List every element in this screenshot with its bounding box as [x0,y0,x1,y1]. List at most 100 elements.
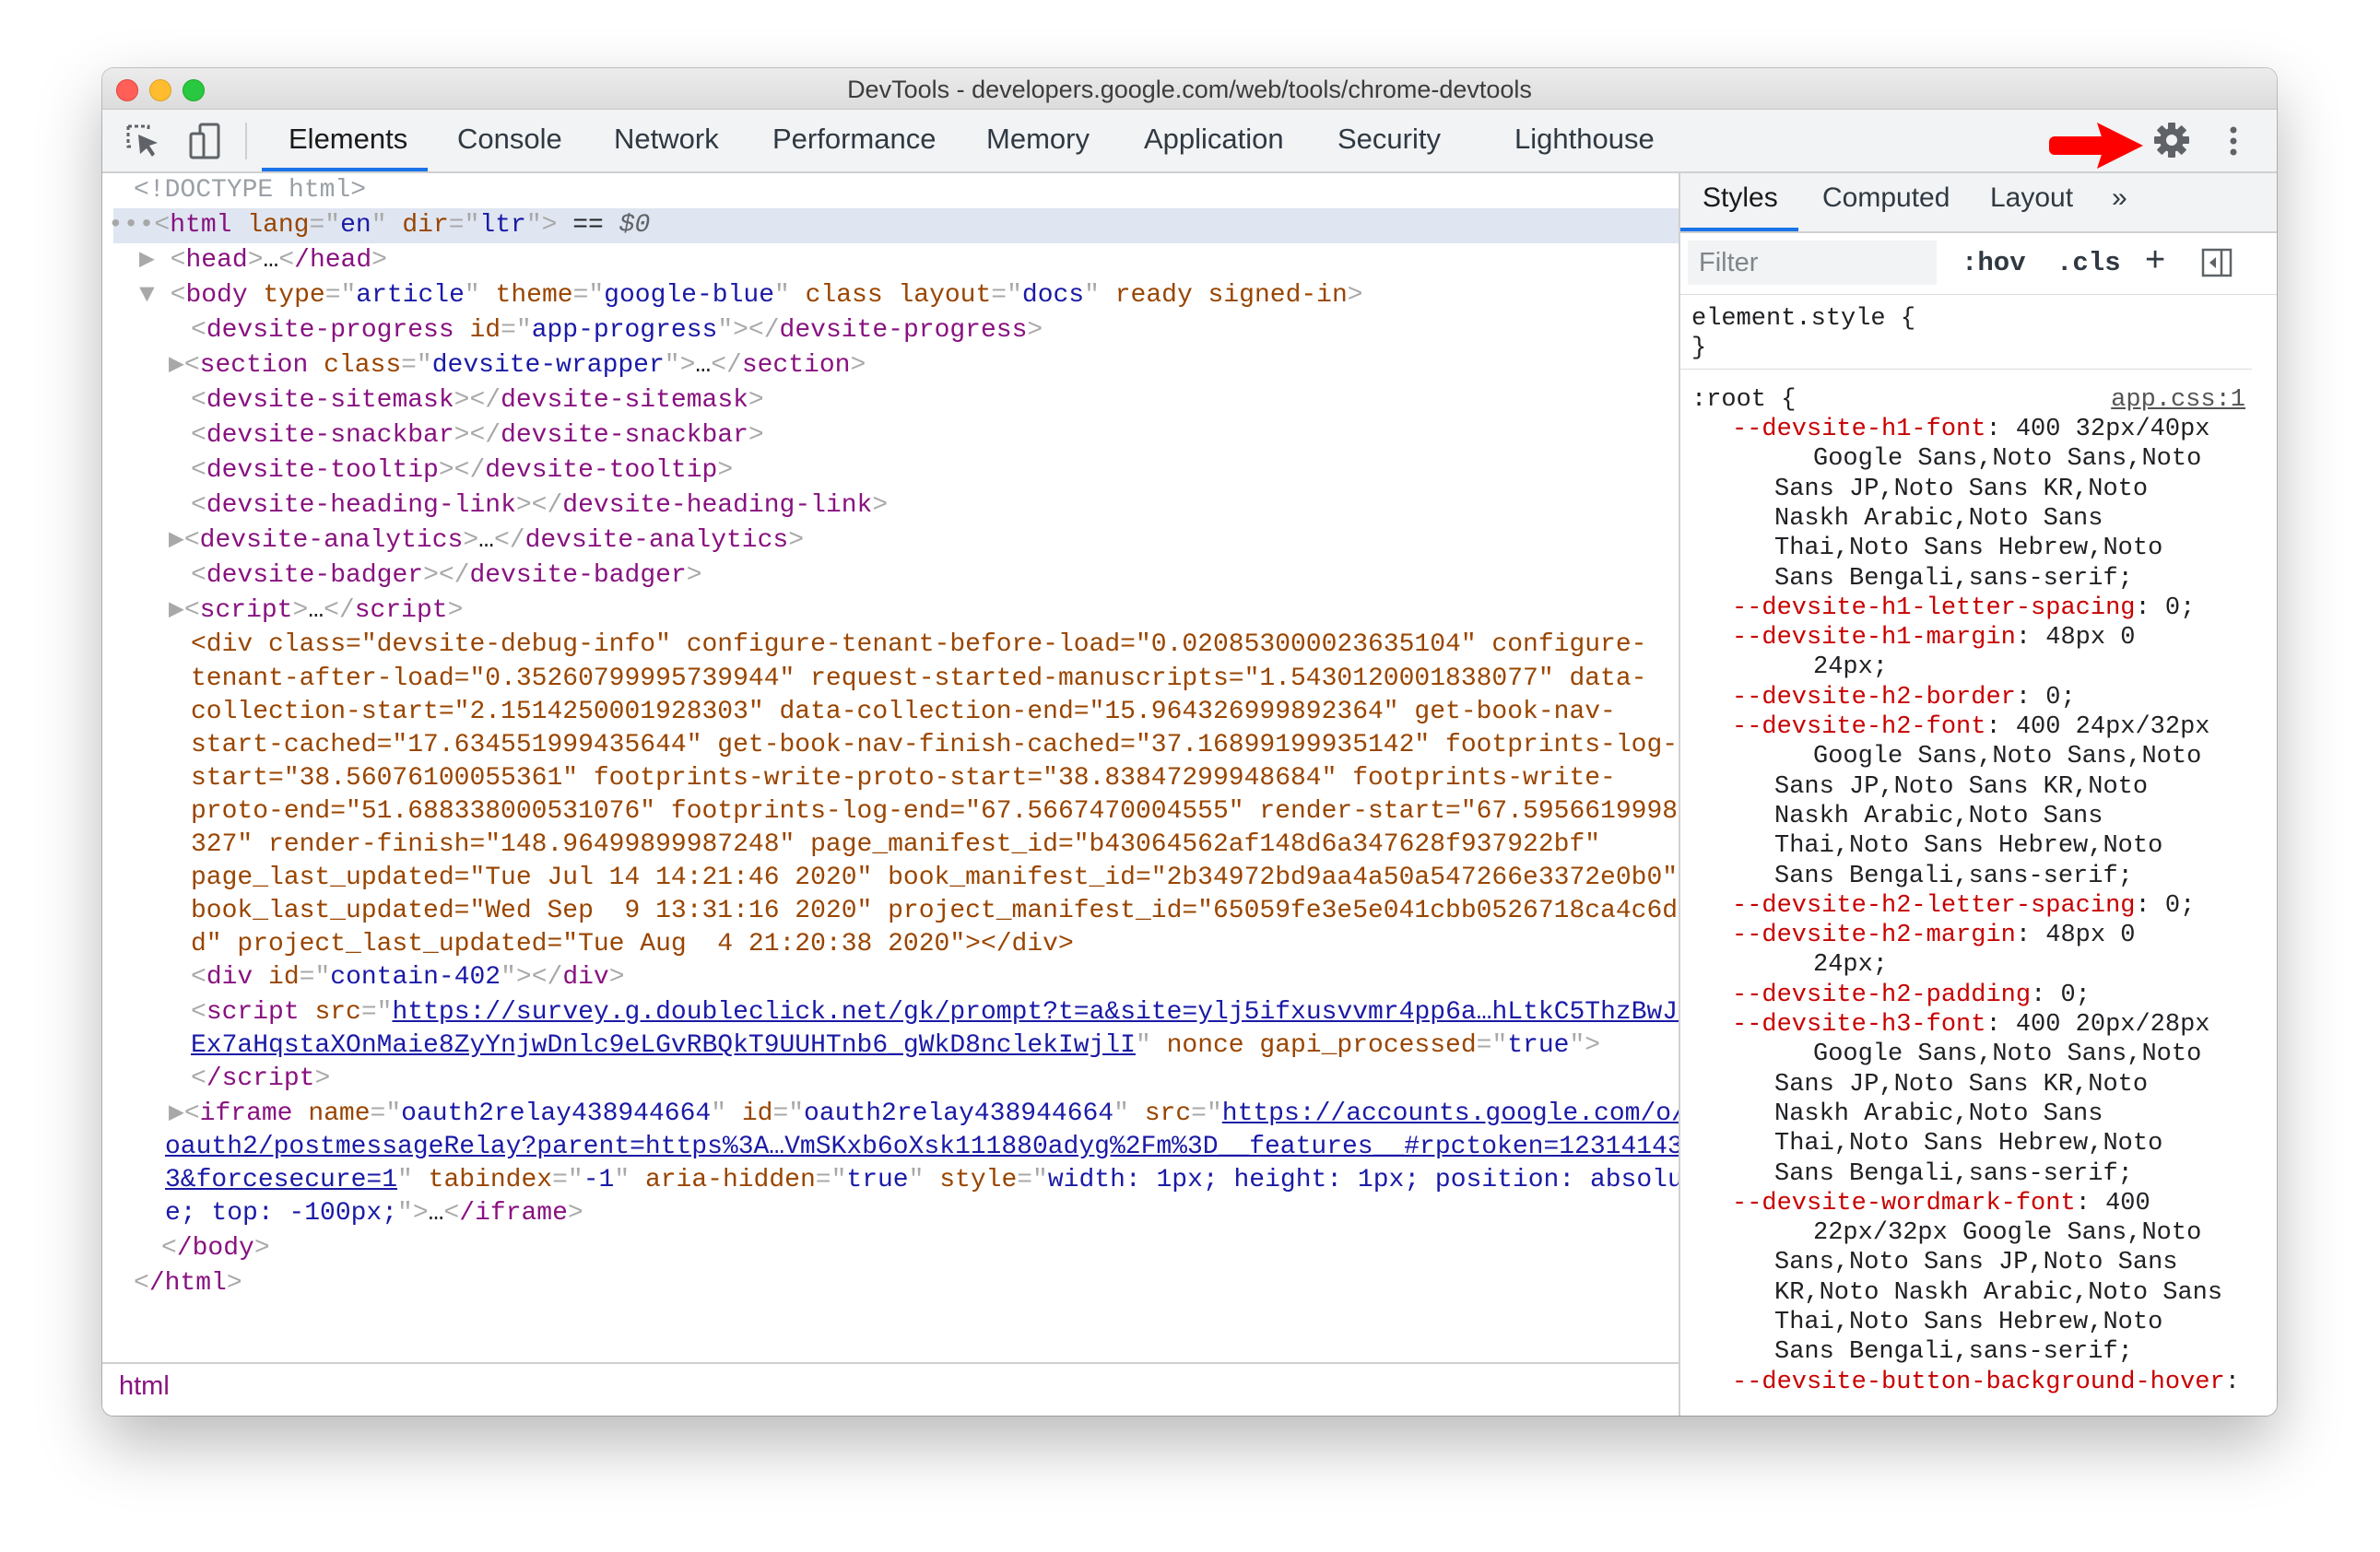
dom-node-debug-info-line[interactable]: proto-end="51.688338000531076" footprint… [191,794,1693,829]
new-style-rule-button[interactable]: + [2145,241,2165,280]
css-declaration[interactable]: --devsite-h1-margin: 48px 0 [1732,623,2135,653]
css-value-continuation[interactable]: Thai,Noto Sans Hebrew,Noto [1774,1129,2162,1158]
css-value-continuation[interactable]: Sans Bengali,sans-serif; [1774,564,2133,594]
stylesheet-source-link[interactable]: app.css:1 [2111,385,2245,415]
css-property-value[interactable]: 400 32px/40px [2001,416,2210,443]
css-property-value[interactable]: 0; [2150,892,2195,920]
css-property-value[interactable]: 400 24px/32px [2001,713,2210,741]
inspect-element-icon[interactable] [123,121,163,161]
tab-styles[interactable]: Styles [1703,182,1778,214]
tab-performance[interactable]: Performance [772,119,936,171]
css-declaration[interactable]: --devsite-h1-letter-spacing: 0; [1732,594,2195,623]
expand-triangle-icon[interactable]: ▶ [169,1099,184,1128]
css-value-continuation[interactable]: Sans JP,Noto Sans KR,Noto [1774,772,2148,802]
dom-node-html[interactable]: •••<html lang="en" dir="ltr"> == $0 [108,208,650,243]
css-declaration[interactable]: --devsite-h2-padding: 0; [1732,981,2091,1010]
css-property-name[interactable]: --devsite-h1-font [1732,416,1985,443]
dom-node-html-close[interactable]: </html> [134,1266,242,1301]
css-property-name[interactable]: --devsite-h2-border [1732,684,2016,711]
css-property-name[interactable]: --devsite-h3-font [1732,1011,1985,1039]
dom-node-survey-script-close[interactable]: </script> [191,1062,330,1097]
css-property-value[interactable]: 400 20px/28px [2001,1011,2210,1039]
dom-node-debug-info-line[interactable]: <div class="devsite-debug-info" configur… [191,629,1646,662]
css-value-continuation[interactable]: Sans,Noto Sans JP,Noto Sans [1774,1248,2177,1277]
survey-script-link[interactable]: Ex7aHqstaXOnMaie8ZyYnjwDnlc9eLGvRBQkT9UU… [191,1031,1136,1060]
dom-node-iframe-cont[interactable]: 3&forcesecure=1" tabindex="-1" aria-hidd… [165,1163,1699,1198]
expand-triangle-icon[interactable]: ▶ [169,596,184,625]
css-value-continuation[interactable]: Thai,Noto Sans Hebrew,Noto [1774,534,2162,563]
css-value-continuation[interactable]: Sans JP,Noto Sans KR,Noto [1774,475,2148,504]
dom-node-iframe[interactable]: ▶<iframe name="oauth2relay438944664" id=… [169,1097,1687,1132]
dom-node-devsite-sitemask[interactable]: <devsite-sitemask></devsite-sitemask> [191,383,764,418]
dom-node-devsite-badger[interactable]: <devsite-badger></devsite-badger> [191,558,702,594]
css-property-value[interactable]: 48px 0 [2031,922,2135,949]
css-property-value[interactable]: 0; [2031,684,2075,711]
css-value-continuation[interactable]: Sans Bengali,sans-serif; [1774,1337,2133,1367]
elements-dom-tree[interactable]: <!DOCTYPE html> •••<html lang="en" dir="… [102,173,1699,1362]
css-value-continuation[interactable]: Thai,Noto Sans Hebrew,Noto [1774,1308,2162,1337]
dom-node-head[interactable]: ▶ <head>…</head> [139,243,387,278]
hov-button[interactable]: :hov [1962,248,2026,278]
tab-memory[interactable]: Memory [986,119,1090,171]
css-property-name[interactable]: --devsite-button-background-hover [1732,1369,2225,1396]
css-value-continuation[interactable]: KR,Noto Naskh Arabic,Noto Sans [1774,1278,2222,1308]
dom-node-devsite-tooltip[interactable]: <devsite-tooltip></devsite-tooltip> [191,453,733,488]
css-value-continuation[interactable]: Google Sans,Noto Sans,Noto [1813,444,2201,474]
css-property-value[interactable]: 0; [2045,982,2090,1009]
css-property-value[interactable]: 400 [2091,1190,2150,1217]
dom-node-survey-script-cont[interactable]: Ex7aHqstaXOnMaie8ZyYnjwDnlc9eLGvRBQkT9UU… [191,1029,1600,1064]
tab-layout[interactable]: Layout [1990,182,2073,214]
dom-node-iframe-cont[interactable]: e; top: -100px;">…</iframe> [165,1196,583,1231]
dom-node-debug-info-line[interactable]: page_last_updated="Tue Jul 14 14:21:46 2… [191,861,1678,896]
iframe-src-link[interactable]: oauth2/postmessageRelay?parent=https%3A…… [165,1133,1698,1161]
dom-node-debug-info-line[interactable]: d" project_last_updated="Tue Aug 4 21:20… [191,927,1074,962]
dom-node-body-close[interactable]: </body> [161,1231,270,1266]
css-declaration[interactable]: --devsite-h3-font: 400 20px/28px [1732,1010,2210,1040]
styles-filter-input[interactable]: Filter [1688,241,1937,285]
css-property-name[interactable]: --devsite-h1-margin [1732,624,2016,652]
breadcrumb-item-html[interactable]: html [119,1371,170,1402]
css-declaration[interactable]: --devsite-wordmark-font: 400 [1732,1189,2150,1218]
css-property-value[interactable]: 0; [2150,594,2195,622]
css-value-continuation[interactable]: Thai,Noto Sans Hebrew,Noto [1774,831,2162,861]
device-toolbar-icon[interactable] [185,121,226,161]
settings-gear-icon[interactable] [2150,119,2193,161]
css-value-continuation[interactable]: 24px; [1813,950,1888,980]
iframe-src-link[interactable]: 3&forcesecure=1 [165,1166,397,1194]
tab-lighthouse[interactable]: Lighthouse [1514,119,1655,171]
dom-node-devsite-progress[interactable]: <devsite-progress id="app-progress"></de… [191,313,1043,348]
css-property-name[interactable]: --devsite-h2-padding [1732,982,2031,1009]
dom-node-script[interactable]: ▶<script>…</script> [169,594,463,629]
cls-button[interactable]: .cls [2056,248,2121,278]
css-declaration[interactable]: --devsite-h2-margin: 48px 0 [1732,921,2135,950]
css-property-value[interactable]: 48px 0 [2031,624,2135,652]
css-value-continuation[interactable]: Google Sans,Noto Sans,Noto [1813,1040,2201,1069]
css-declaration[interactable]: --devsite-h2-letter-spacing: 0; [1732,891,2195,921]
css-value-continuation[interactable]: Sans JP,Noto Sans KR,Noto [1774,1070,2148,1099]
root-style-rule[interactable]: :root { app.css:1 --devsite-h1-font: 400… [1680,378,2277,1416]
tab-security[interactable]: Security [1337,119,1441,171]
expand-triangle-icon[interactable]: ▶ [139,246,155,275]
css-property-name[interactable]: --devsite-h2-font [1732,713,1985,741]
doctype-node[interactable]: <!DOCTYPE html> [134,173,366,208]
dom-node-devsite-analytics[interactable]: ▶<devsite-analytics>…</devsite-analytics… [169,523,804,558]
css-value-continuation[interactable]: Sans Bengali,sans-serif; [1774,862,2133,891]
dom-node-debug-info-line[interactable]: start="38.56076100055361" footprints-wri… [191,761,1616,796]
css-declaration[interactable]: --devsite-button-background-hover: [1732,1368,2240,1397]
dom-node-debug-info-line[interactable]: 327" render-finish="148.96499899987248" … [191,828,1600,863]
expand-triangle-icon[interactable]: ▶ [169,526,184,555]
tab-network[interactable]: Network [614,119,719,171]
dom-node-devsite-snackbar[interactable]: <devsite-snackbar></devsite-snackbar> [191,418,764,453]
css-declaration[interactable]: --devsite-h1-font: 400 32px/40px [1732,415,2210,444]
css-property-name[interactable]: --devsite-h2-letter-spacing [1732,892,2135,920]
tab-console[interactable]: Console [457,119,562,171]
survey-script-link[interactable]: https://survey.g.doubleclick.net/gk/prom… [392,998,1692,1027]
dom-node-body[interactable]: ▼ <body type="article" theme="google-blu… [139,278,1363,313]
dom-node-debug-info-line[interactable]: book_last_updated="Wed Sep 9 13:31:16 20… [191,894,1693,929]
dom-node-survey-script[interactable]: <script src="https://survey.g.doubleclic… [191,995,1693,1030]
css-value-continuation[interactable]: Sans Bengali,sans-serif; [1774,1159,2133,1189]
css-value-continuation[interactable]: Naskh Arabic,Noto Sans [1774,802,2103,831]
css-value-continuation[interactable]: 24px; [1813,653,1888,682]
css-property-name[interactable]: --devsite-h2-margin [1732,922,2016,949]
dom-node-debug-info-line[interactable]: tenant-after-load="0.35260799995739944" … [191,662,1646,697]
